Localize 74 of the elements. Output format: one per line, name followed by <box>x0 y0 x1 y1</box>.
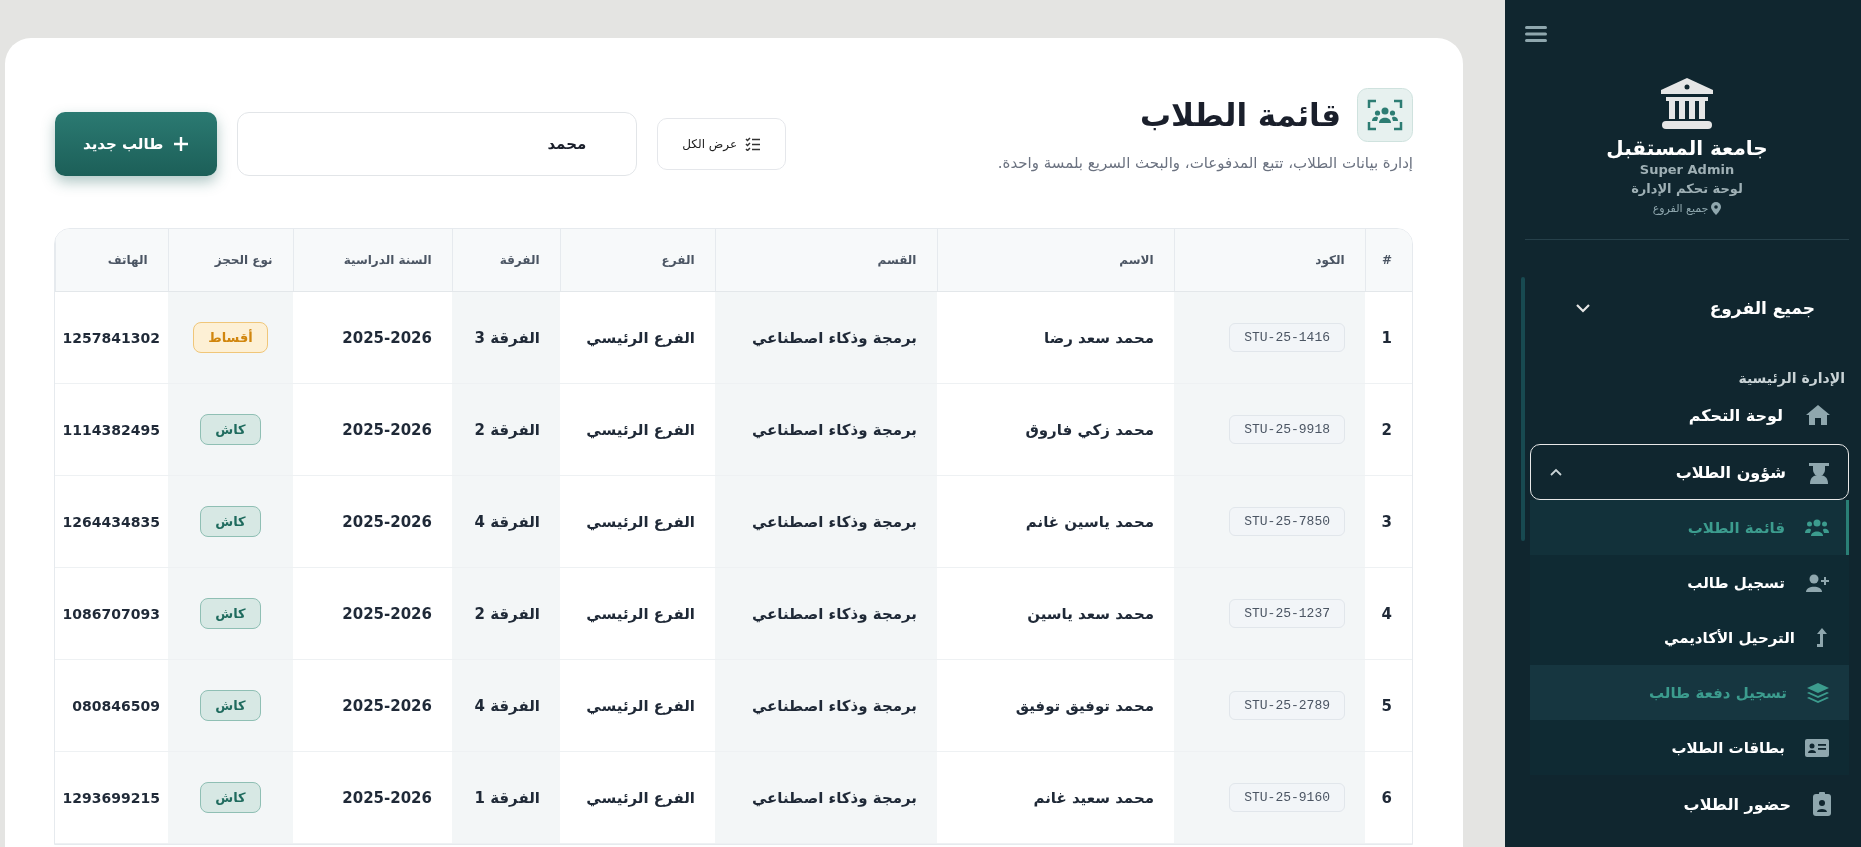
table-cell: الفرقة 1 <box>452 751 560 844</box>
student-code: STU-25-9160 <box>1229 783 1345 812</box>
page-title: قائمة الطلاب <box>1139 97 1341 133</box>
booking-type-tag: كاش <box>200 690 261 721</box>
table-cell: 1086707093 <box>55 567 168 660</box>
column-header: الكود <box>1174 229 1365 292</box>
booking-type-tag: كاش <box>200 598 261 629</box>
submenu-item[interactable]: تسجيل طالب <box>1530 555 1849 610</box>
branch-select[interactable]: جميع الفروع <box>1575 290 1815 326</box>
home-icon <box>1805 404 1831 426</box>
table-cell: برمجة وذكاء اصطناعي <box>715 475 937 568</box>
id-badge-icon <box>1813 792 1831 816</box>
section-label: الإدارة الرئيسية <box>1737 370 1846 386</box>
table-cell: 1257841302 <box>55 291 168 384</box>
chevron-icon <box>1575 303 1591 313</box>
column-header: القسم <box>715 229 937 292</box>
user-plus-icon <box>1805 573 1829 592</box>
new-student-button[interactable]: طالب جديد <box>55 112 218 176</box>
column-header: الاسم <box>937 229 1174 292</box>
nav-item[interactable]: حضور الطلاب <box>1530 775 1849 833</box>
column-header: الهاتف <box>55 229 168 292</box>
booking-type-tag: كاش <box>200 782 261 813</box>
layers-icon <box>1807 682 1829 703</box>
column-header: الفرع <box>560 229 715 292</box>
chevron-icon <box>1549 467 1563 477</box>
student-code: STU-25-1416 <box>1229 323 1345 352</box>
location-label: جميع الفروع <box>1652 202 1709 215</box>
id-card-icon <box>1805 738 1829 757</box>
table-cell: برمجة وذكاء اصطناعي <box>715 383 937 476</box>
table-cell: الفرقة 2 <box>452 383 560 476</box>
submenu-item[interactable]: تسجيل دفعة طالب <box>1530 665 1849 720</box>
table-cell: الفرقة 2 <box>452 567 560 660</box>
turn-up-arrow-icon <box>1815 627 1829 648</box>
column-header: السنة الدراسية <box>293 229 452 292</box>
university-name: جامعة المستقبل <box>1606 136 1768 160</box>
booking-type-tag: كاش <box>200 506 261 537</box>
student-code: STU-25-9918 <box>1229 415 1345 444</box>
plus-icon <box>173 136 190 152</box>
table-cell: الفرقة 4 <box>452 659 560 752</box>
nav-item[interactable]: لوحة التحكم <box>1530 386 1849 444</box>
user-role: Super Admin <box>1639 161 1735 179</box>
table-cell: الفرقة 3 <box>452 291 560 384</box>
location-pin-icon <box>1711 202 1722 215</box>
table-cell: الفرقة 4 <box>452 475 560 568</box>
student-code: STU-25-2789 <box>1229 691 1345 720</box>
student-code: STU-25-7850 <box>1229 507 1345 536</box>
column-header: نوع الحجز <box>168 229 293 292</box>
student-code: STU-25-1237 <box>1229 599 1345 628</box>
table-cell: برمجة وذكاء اصطناعي <box>715 567 937 660</box>
users-icon <box>1805 518 1829 537</box>
column-header: # <box>1365 229 1412 292</box>
scrollbar-thumb[interactable] <box>1521 277 1525 541</box>
building-columns-icon <box>1660 78 1714 130</box>
show-all-button[interactable]: عرض الكل <box>657 118 787 170</box>
users-icon <box>1357 88 1413 142</box>
table-cell: برمجة وذكاء اصطناعي <box>715 751 937 844</box>
column-header: الفرقة <box>452 229 560 292</box>
table-cell: 1264434835 <box>55 475 168 568</box>
table-cell: برمجة وذكاء اصطناعي <box>715 291 937 384</box>
submenu-item[interactable]: قائمة الطلاب <box>1530 500 1849 555</box>
nav-item[interactable]: شؤون الطلاب <box>1530 444 1849 500</box>
table-cell: 080846509 <box>55 659 168 752</box>
menu-icon[interactable] <box>1525 24 1547 44</box>
page-subtitle: إدارة بيانات الطلاب، تتبع المدفوعات، والبحث السريع بلمسة واحدة. <box>997 154 1413 172</box>
search-field[interactable]: محمد <box>237 112 638 176</box>
list-check-icon <box>745 137 762 151</box>
submenu-item[interactable]: الترحيل الأكاديمي <box>1530 610 1849 665</box>
booking-type-tag: أقساط <box>193 322 268 353</box>
table-cell: 1114382495 <box>55 383 168 476</box>
panel-subtitle: لوحة تحكم الإدارة <box>1631 180 1743 198</box>
table-cell: برمجة وذكاء اصطناعي <box>715 659 937 752</box>
table-cell: 1293699215 <box>55 751 168 844</box>
submenu-item[interactable]: بطاقات الطلاب <box>1530 720 1849 775</box>
booking-type-tag: كاش <box>200 414 261 445</box>
